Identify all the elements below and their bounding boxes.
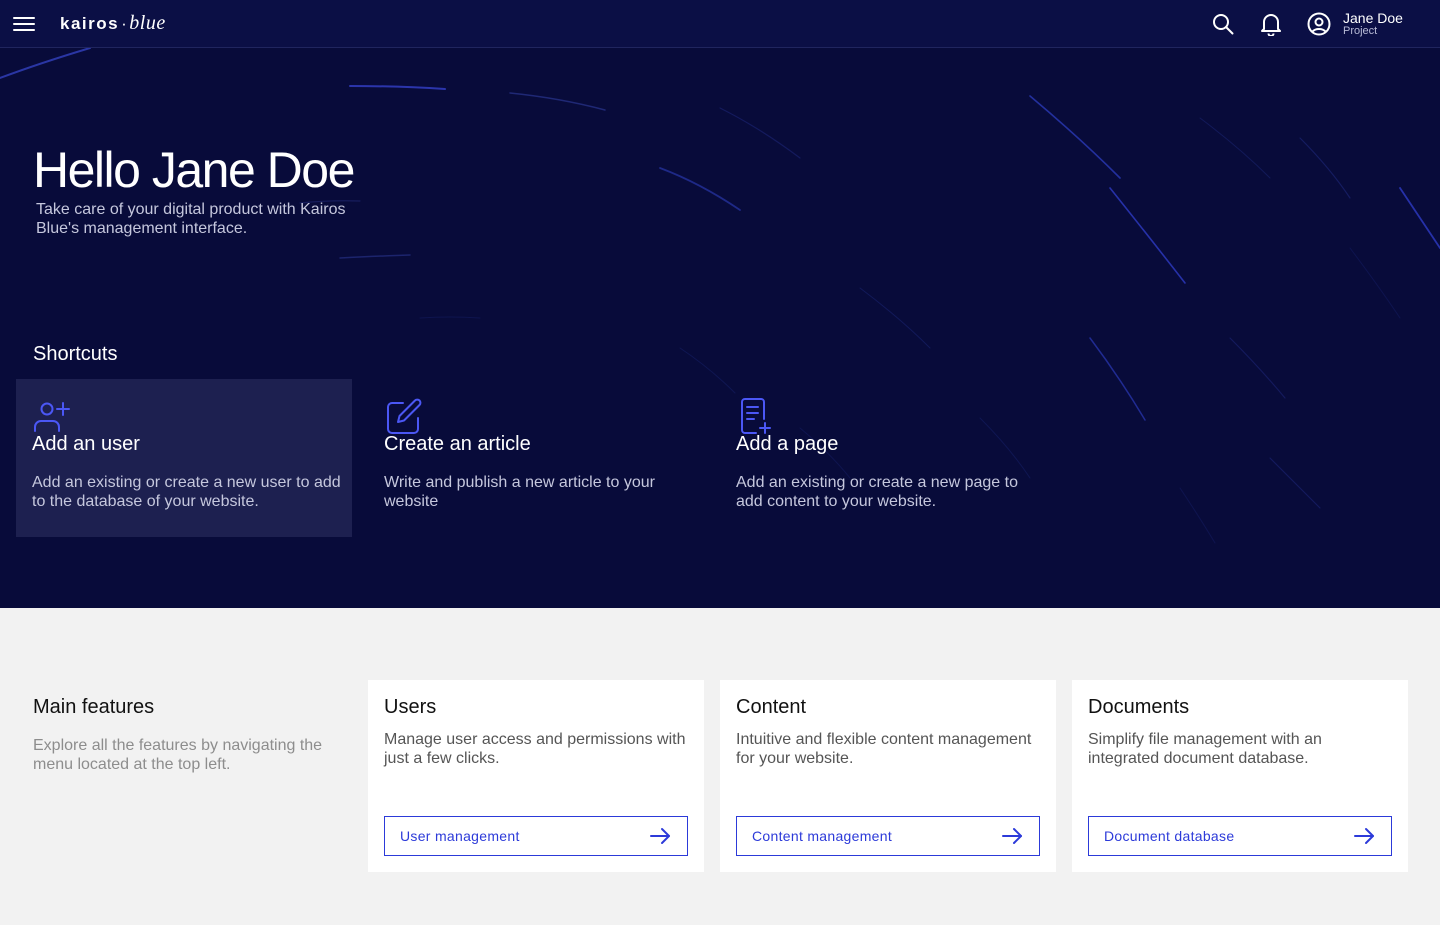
user-role: Project [1343,25,1378,37]
shortcut-description: Add an existing or create a new user to … [32,474,341,510]
user-circle-icon[interactable] [1307,12,1331,36]
brand-logo[interactable]: kairos · blue [60,12,166,35]
card-title: Users [384,696,437,718]
button-label: User management [400,828,520,844]
card-description: Simplify file management with an integra… [1088,731,1322,767]
edit-icon [384,397,424,437]
add-user-icon [32,397,72,437]
menu-icon[interactable] [12,12,36,36]
card-title: Documents [1088,696,1190,718]
arrow-right-icon [1354,828,1374,844]
add-page-icon [736,397,776,437]
shortcuts-heading: Shortcuts [33,343,118,365]
card-description: Intuitive and flexible content managemen… [736,731,1032,767]
shortcut-title: Create an article [384,433,531,455]
brand-main: kairos [60,14,120,33]
arrow-right-icon [1002,828,1022,844]
shortcut-description: Write and publish a new article to your … [384,474,655,510]
shortcut-add-page[interactable]: Add a page Add an existing or create a n… [720,379,1056,537]
main-features-description: Explore all the features by navigating t… [33,737,323,773]
bell-icon[interactable] [1259,12,1283,36]
shortcut-description: Add an existing or create a new page to … [736,474,1018,510]
button-label: Document database [1104,828,1235,844]
user-management-button[interactable]: User management [384,816,688,856]
shortcut-title: Add a page [736,433,839,455]
arrow-right-icon [650,828,670,844]
top-navigation-bar: kairos · blue Jane Doe Project [0,0,1440,48]
button-label: Content management [752,828,893,844]
greeting-heading: Hello Jane Doe [33,142,355,198]
brand-separator: · [121,14,128,33]
shortcut-create-article[interactable]: Create an article Write and publish a ne… [368,379,704,537]
hero-section: Hello Jane Doe Take care of your digital… [0,48,1440,608]
feature-card-documents: Documents Simplify file management with … [1072,680,1408,872]
search-icon[interactable] [1211,12,1235,36]
shortcut-add-user[interactable]: Add an user Add an existing or create a … [16,379,352,537]
card-description: Manage user access and permissions with … [384,731,686,767]
main-features-heading: Main features [33,696,155,718]
user-name[interactable]: Jane Doe [1343,11,1403,25]
content-management-button[interactable]: Content management [736,816,1040,856]
feature-card-content: Content Intuitive and flexible content m… [720,680,1056,872]
greeting-subtitle: Take care of your digital product with K… [36,201,346,237]
document-database-button[interactable]: Document database [1088,816,1392,856]
card-title: Content [736,696,807,718]
shortcut-title: Add an user [32,433,140,455]
brand-sub: blue [129,12,166,34]
feature-card-users: Users Manage user access and permissions… [368,680,704,872]
